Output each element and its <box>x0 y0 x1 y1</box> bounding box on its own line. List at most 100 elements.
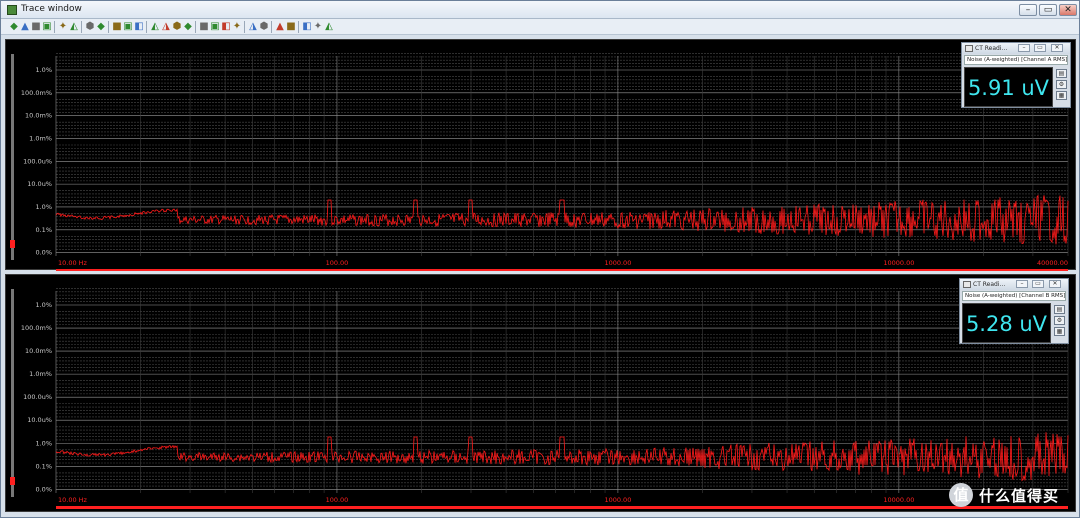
marker-clear-icon[interactable]: ✦ <box>232 21 242 32</box>
reading-window-title: CT Readi... <box>973 281 1006 288</box>
chart-check-icon[interactable]: ✦ <box>313 21 323 32</box>
reading-measurement-name: Noise (A-weighted) [Channel B RMS] <box>962 291 1066 301</box>
y-tick-label: 100.0u% <box>23 157 52 165</box>
reading-minimize-button[interactable]: – <box>1016 280 1028 288</box>
y-tick-label: 1.0% <box>35 439 52 447</box>
zoom-xy-icon[interactable]: ▣ <box>123 21 133 32</box>
y-tick-label: 10.0u% <box>27 180 52 188</box>
reading-window-channel-a[interactable]: CT Readi... – ▭ ✕ Noise (A-weighted) [Ch… <box>961 42 1071 108</box>
app-icon <box>7 5 17 15</box>
x-tick-label: 10.00 Hz <box>58 496 88 504</box>
copy-icon[interactable]: ▣ <box>42 21 52 32</box>
y-tick-label: 1.0m% <box>29 370 52 378</box>
trace-window: Trace window – ▭ ✕ ◆ ▲ ■ ▣ ✦ ◭ ⬢ ◆ ■ ▣ ◧ ◭ ◮ ⬢ ◆ ■ ▣ ◧ ✦ ◮ ⬢… <box>0 0 1080 518</box>
cursor-track-icon[interactable]: ⬢ <box>172 21 182 32</box>
x-scroll-bar[interactable] <box>56 506 1068 509</box>
reading-window-channel-b[interactable]: CT Readi... – ▭ ✕ Noise (A-weighted) [Ch… <box>959 278 1069 344</box>
y-tick-label: 1.0m% <box>29 134 52 142</box>
y-tick-label: 0.1% <box>35 226 52 234</box>
reading-close-button[interactable]: ✕ <box>1049 280 1061 288</box>
reading-minimize-button[interactable]: – <box>1018 44 1030 52</box>
measure-alt-icon[interactable]: ⬢ <box>259 21 269 32</box>
graph-channel-a[interactable]: 1.0% 100.0m% 10.0m% 1.0m% 100.0u% 10.0u% 1.0% 0… <box>6 40 1077 271</box>
x-tick-label: 1000.00 <box>604 259 631 267</box>
reading-value-display: 5.28 uV <box>962 303 1051 343</box>
toolbar-separator <box>81 21 82 33</box>
x-tick-label: 10.00 Hz <box>58 259 88 267</box>
measure-icon[interactable]: ◮ <box>248 21 258 32</box>
reading-settings-icon[interactable]: ⚙ <box>1054 316 1065 325</box>
hardware-icon[interactable]: ▲ <box>275 21 285 32</box>
reading-graph-icon[interactable]: ▤ <box>1056 69 1067 78</box>
reading-maximize-button[interactable]: ▭ <box>1032 280 1044 288</box>
y-tick-label: 100.0m% <box>21 324 52 332</box>
window-title: Trace window <box>21 4 82 14</box>
minimize-button[interactable]: – <box>1019 4 1037 16</box>
toolbar-separator <box>298 21 299 33</box>
toolbar-separator <box>108 21 109 33</box>
grid-icon[interactable]: ◆ <box>96 21 106 32</box>
marker-left-icon[interactable]: ■ <box>199 21 209 32</box>
y-tick-label: 100.0m% <box>21 89 52 97</box>
watermark: 值 什么值得买 <box>945 481 1079 511</box>
x-tick-label: 100.00 <box>326 259 349 267</box>
reading-graph-icon[interactable]: ▤ <box>1054 305 1065 314</box>
graph-panel-channel-a[interactable]: 1.0% 100.0m% 10.0m% 1.0m% 100.0u% 10.0u% 1.0% 0… <box>5 39 1077 271</box>
chart-view-icon[interactable]: ◭ <box>324 21 334 32</box>
zoom-fit-icon[interactable]: ◧ <box>134 21 144 32</box>
x-tick-label: 1000.00 <box>604 496 631 504</box>
reading-value-display: 5.91 uV <box>964 67 1053 107</box>
reading-close-button[interactable]: ✕ <box>1051 44 1063 52</box>
graph-channel-b[interactable]: 1.0% 100.0m% 10.0m% 1.0m% 100.0u% 10.0u% 1.0% 0… <box>6 275 1077 513</box>
reading-titlebar: CT Readi... – ▭ ✕ <box>960 279 1068 290</box>
properties-icon[interactable]: ⬢ <box>85 21 95 32</box>
x-tick-label: 100.00 <box>326 496 349 504</box>
y-tick-label: 10.0m% <box>25 347 52 355</box>
y-tick-label: 10.0m% <box>25 112 52 120</box>
reading-window-title: CT Readi... <box>975 45 1008 52</box>
star-icon[interactable]: ◧ <box>302 21 312 32</box>
reading-log-icon[interactable]: ▦ <box>1056 91 1067 100</box>
toolbar-separator <box>54 21 55 33</box>
cursor-peak-icon[interactable]: ◮ <box>161 21 171 32</box>
reading-maximize-button[interactable]: ▭ <box>1034 44 1046 52</box>
reading-app-icon <box>965 45 973 52</box>
y-tick-label: 0.0% <box>35 485 52 493</box>
x-tick-label: 10000.00 <box>883 496 914 504</box>
reading-settings-icon[interactable]: ⚙ <box>1056 80 1067 89</box>
marker-right-icon[interactable]: ▣ <box>210 21 220 32</box>
graph-color-icon[interactable]: ◭ <box>69 21 79 32</box>
marker-set-icon[interactable]: ◧ <box>221 21 231 32</box>
x-tick-label: 40000.00 <box>1037 259 1068 267</box>
toolbar-separator <box>271 21 272 33</box>
level-indicator <box>10 477 15 485</box>
y-tick-label: 1.0% <box>35 203 52 211</box>
save-icon[interactable]: ■ <box>31 21 41 32</box>
reading-app-icon <box>963 281 971 288</box>
maximize-button[interactable]: ▭ <box>1039 4 1057 16</box>
reading-titlebar: CT Readi... – ▭ ✕ <box>962 43 1070 54</box>
graph-green-icon[interactable]: ✦ <box>58 21 68 32</box>
close-button[interactable]: ✕ <box>1059 4 1077 16</box>
zoom-x-icon[interactable]: ■ <box>112 21 122 32</box>
y-tick-label: 1.0% <box>35 301 52 309</box>
y-tick-label: 1.0% <box>35 66 52 74</box>
y-tick-label: 0.0% <box>35 249 52 257</box>
cursor-green-icon[interactable]: ◭ <box>150 21 160 32</box>
y-tick-label: 100.0u% <box>23 393 52 401</box>
y-tick-label: 10.0u% <box>27 416 52 424</box>
title-bar: Trace window – ▭ ✕ <box>1 1 1079 19</box>
toolbar-separator <box>244 21 245 33</box>
arrows-icon[interactable]: ■ <box>286 21 296 32</box>
x-scroll-bar[interactable] <box>56 269 1068 271</box>
graph-panel-channel-b[interactable]: 1.0% 100.0m% 10.0m% 1.0m% 100.0u% 10.0u% 1.0% 0… <box>5 274 1076 512</box>
chart-remove-icon[interactable]: ▲ <box>20 21 30 32</box>
y-scroll-strip[interactable] <box>11 289 14 497</box>
reading-measurement-name: Noise (A-weighted) [Channel A RMS] <box>964 55 1068 65</box>
y-scroll-strip[interactable] <box>11 54 14 260</box>
reading-log-icon[interactable]: ▦ <box>1054 327 1065 336</box>
level-indicator <box>10 240 15 248</box>
cursor-flag-icon[interactable]: ◆ <box>183 21 193 32</box>
chart-add-icon[interactable]: ◆ <box>9 21 19 32</box>
watermark-text: 什么值得买 <box>979 487 1060 505</box>
